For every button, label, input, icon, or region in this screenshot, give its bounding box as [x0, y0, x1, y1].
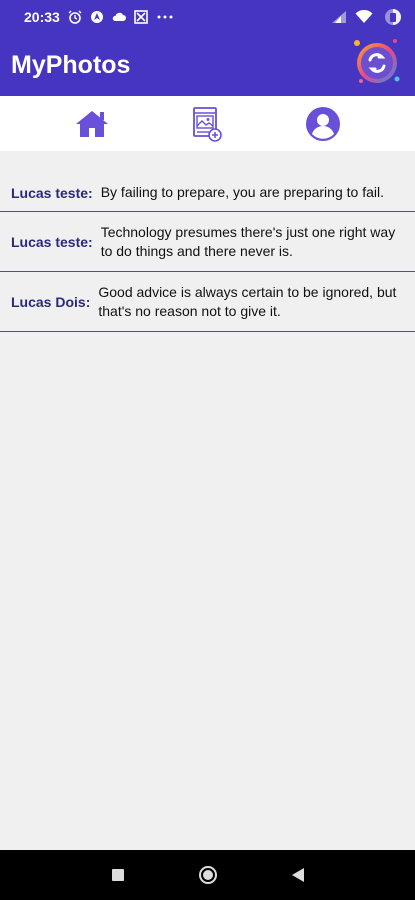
message-row[interactable]: Lucas teste: By failing to prepare, you …: [0, 174, 415, 212]
tab-add-photo[interactable]: [177, 101, 237, 147]
wifi-icon: [355, 10, 373, 23]
system-nav-bar: [0, 850, 415, 900]
status-icons-left: [68, 10, 174, 24]
message-feed: Lucas teste: By failing to prepare, you …: [0, 151, 415, 850]
message-author: Lucas teste:: [11, 233, 93, 250]
app-title: MyPhotos: [11, 50, 131, 79]
message-text: By failing to prepare, you are preparing…: [100, 184, 384, 200]
back-button[interactable]: [284, 861, 312, 889]
message-list: Lucas teste: By failing to prepare, you …: [0, 151, 415, 332]
user-circle-icon: [306, 106, 341, 141]
status-bar: 20:33: [0, 0, 415, 34]
status-icons-right: [331, 8, 405, 26]
recent-apps-icon: [111, 869, 124, 881]
more-icon: [157, 15, 173, 19]
status-time: 20:33: [24, 9, 60, 25]
message-author: Lucas Dois:: [11, 293, 91, 310]
battery-icon: [385, 9, 401, 25]
tab-home[interactable]: [62, 101, 122, 147]
message-text: Technology presumes there's just one rig…: [100, 223, 396, 259]
recent-apps-button[interactable]: [104, 861, 132, 889]
message-text: Good advice is always certain to be igno…: [98, 283, 397, 319]
add-image-icon: [193, 106, 223, 142]
home-icon: [75, 110, 108, 137]
signal-icon: [332, 11, 346, 23]
home-button[interactable]: [194, 861, 222, 889]
message-row[interactable]: Lucas Dois: Good advice is always certai…: [0, 272, 415, 332]
message-row[interactable]: Lucas teste: Technology presumes there's…: [0, 212, 415, 272]
app-icon: [134, 10, 148, 24]
tab-bar: [0, 96, 415, 151]
back-icon: [291, 868, 304, 882]
alarm-icon: [68, 10, 82, 24]
app-bar: MyPhotos: [0, 34, 415, 96]
message-author: Lucas teste:: [11, 184, 93, 201]
app-logo-icon[interactable]: [347, 33, 403, 89]
tab-profile[interactable]: [293, 101, 353, 147]
home-button-icon: [198, 866, 217, 884]
cloud-icon: [112, 12, 126, 21]
nav-arrow-icon: [90, 11, 103, 23]
